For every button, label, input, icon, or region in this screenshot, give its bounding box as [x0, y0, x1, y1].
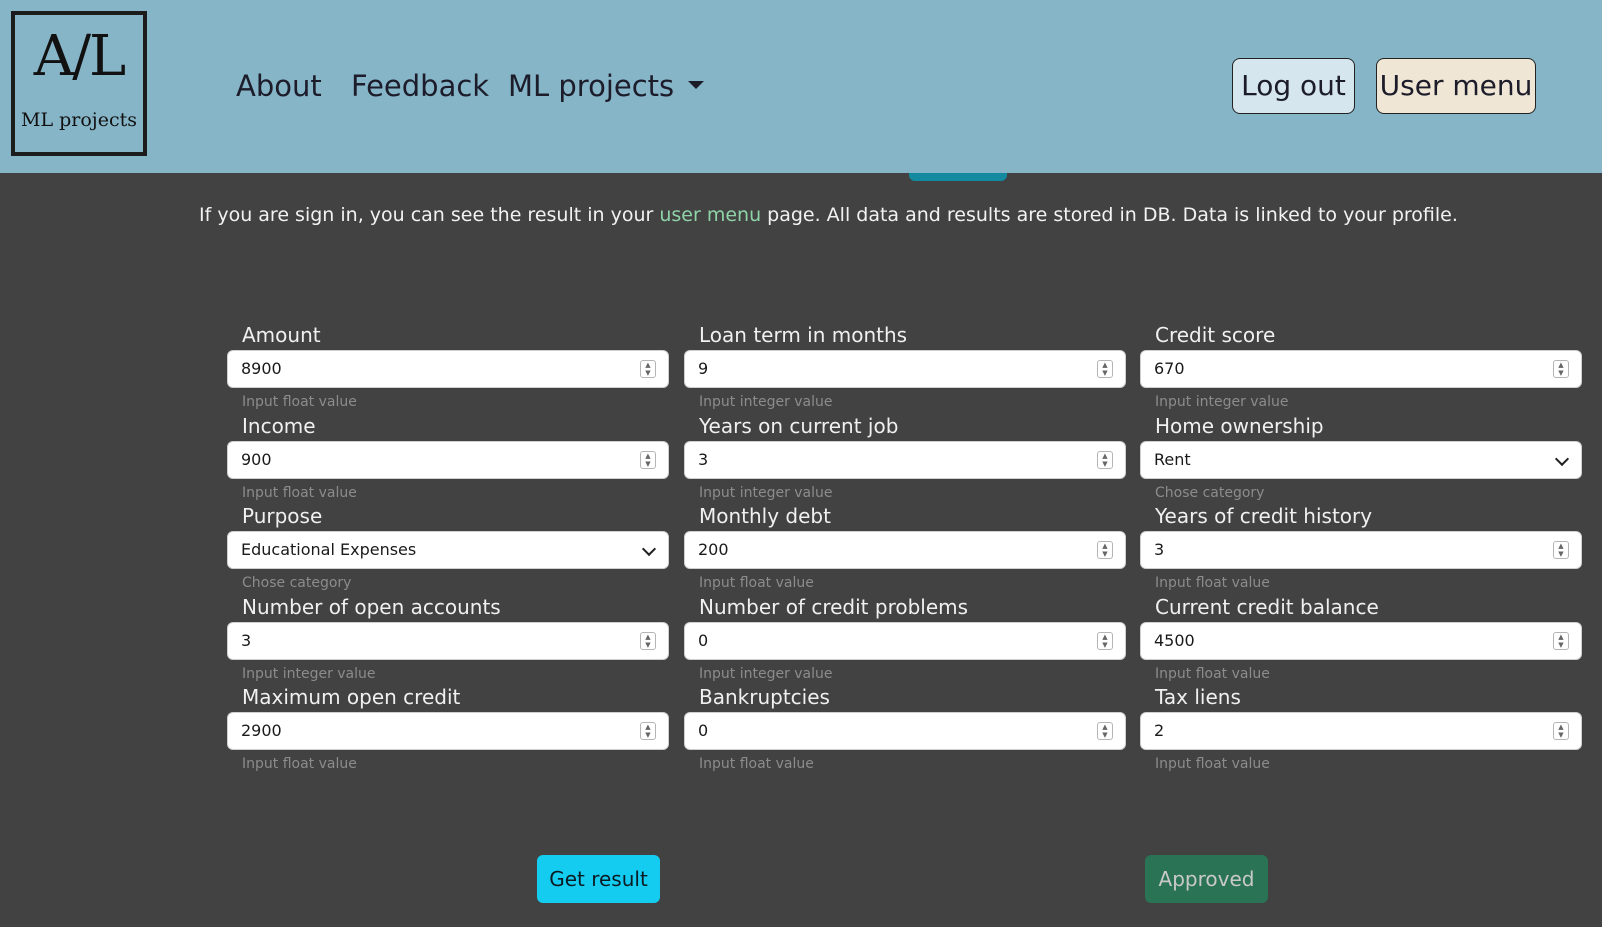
number-input[interactable]: 2900 ▲ ▼ — [227, 712, 669, 750]
spinner-arrows-icon[interactable]: ▲ ▼ — [640, 451, 656, 469]
field-label: Amount — [242, 323, 321, 347]
field-label: Maximum open credit — [242, 685, 461, 709]
logo-subtitle: ML projects — [21, 109, 137, 131]
number-input[interactable]: 0 ▲ ▼ — [684, 622, 1126, 660]
spinner-arrows-icon[interactable]: ▲ ▼ — [1553, 541, 1569, 559]
logo-monogram: A/L — [33, 24, 127, 89]
field-label: Income — [242, 414, 316, 438]
approved-result-badge: Approved — [1145, 855, 1268, 903]
active-tab-indicator — [909, 173, 1007, 181]
field-help-text: Input float value — [242, 485, 357, 501]
field-help-text: Input float value — [699, 756, 814, 772]
field-label: Home ownership — [1155, 414, 1324, 438]
logout-button[interactable]: Log out — [1232, 58, 1355, 114]
number-input[interactable]: 3 ▲ ▼ — [227, 622, 669, 660]
number-input[interactable]: 2 ▲ ▼ — [1140, 712, 1582, 750]
field-value: 4500 — [1154, 631, 1195, 650]
field-value: 0 — [698, 631, 709, 650]
field-label: Bankruptcies — [699, 685, 830, 709]
field-help-text: Input float value — [242, 756, 357, 772]
user-menu-button[interactable]: User menu — [1376, 58, 1536, 114]
field-label: Number of credit problems — [699, 595, 969, 619]
spinner-arrows-icon[interactable]: ▲ ▼ — [640, 632, 656, 650]
field-label: Credit score — [1155, 323, 1276, 347]
field-value: 2 — [1154, 721, 1165, 740]
field-help-text: Input integer value — [1155, 394, 1289, 410]
chevron-down-icon — [1554, 451, 1570, 467]
nav-feedback[interactable]: Feedback — [351, 68, 489, 104]
spinner-arrows-icon[interactable]: ▲ ▼ — [640, 722, 656, 740]
info-text-after: page. All data and results are stored in… — [761, 204, 1458, 226]
caret-down-icon — [688, 81, 705, 89]
field-value: Rent — [1154, 450, 1191, 469]
field-value: 2900 — [241, 721, 282, 740]
field-label: Tax liens — [1155, 685, 1241, 709]
field-value: 9 — [698, 359, 709, 378]
number-input[interactable]: 900 ▲ ▼ — [227, 441, 669, 479]
spinner-arrows-icon[interactable]: ▲ ▼ — [1553, 360, 1569, 378]
field-value: 0 — [698, 721, 709, 740]
field-help-text: Input float value — [1155, 756, 1270, 772]
spinner-arrows-icon[interactable]: ▲ ▼ — [1553, 632, 1569, 650]
spinner-arrows-icon[interactable]: ▲ ▼ — [640, 360, 656, 378]
field-value: 200 — [698, 540, 729, 559]
field-value: Educational Expenses — [241, 540, 417, 559]
field-value: 900 — [241, 450, 272, 469]
select-input[interactable]: Educational Expenses — [227, 531, 669, 569]
spinner-arrows-icon[interactable]: ▲ ▼ — [1097, 722, 1113, 740]
field-label: Current credit balance — [1155, 595, 1379, 619]
number-input[interactable]: 670 ▲ ▼ — [1140, 350, 1582, 388]
field-value: 3 — [241, 631, 252, 650]
number-input[interactable]: 4500 ▲ ▼ — [1140, 622, 1582, 660]
field-help-text: Input float value — [699, 575, 814, 591]
spinner-arrows-icon[interactable]: ▲ ▼ — [1097, 360, 1113, 378]
spinner-arrows-icon[interactable]: ▲ ▼ — [1097, 451, 1113, 469]
chevron-down-icon — [641, 541, 657, 557]
number-input[interactable]: 9 ▲ ▼ — [684, 350, 1126, 388]
field-help-text: Chose category — [1155, 485, 1265, 501]
field-label: Loan term in months — [699, 323, 908, 347]
field-value: 670 — [1154, 359, 1185, 378]
info-text: If you are sign in, you can see the resu… — [199, 204, 1458, 226]
field-label: Purpose — [242, 504, 323, 528]
field-help-text: Input float value — [242, 394, 357, 410]
spinner-arrows-icon[interactable]: ▲ ▼ — [1553, 722, 1569, 740]
brand-logo[interactable]: A/L ML projects — [11, 11, 147, 156]
field-help-text: Input float value — [1155, 666, 1270, 682]
field-help-text: Input float value — [1155, 575, 1270, 591]
field-label: Years of credit history — [1155, 504, 1373, 528]
number-input[interactable]: 200 ▲ ▼ — [684, 531, 1126, 569]
field-value: 8900 — [241, 359, 282, 378]
user-menu-link[interactable]: user menu — [659, 204, 761, 226]
field-label: Monthly debt — [699, 504, 831, 528]
select-input[interactable]: Rent — [1140, 441, 1582, 479]
info-text-before: If you are sign in, you can see the resu… — [199, 204, 660, 226]
spinner-arrows-icon[interactable]: ▲ ▼ — [1097, 632, 1113, 650]
field-help-text: Input integer value — [699, 485, 833, 501]
number-input[interactable]: 8900 ▲ ▼ — [227, 350, 669, 388]
field-help-text: Input integer value — [699, 666, 833, 682]
nav-ml-projects-label: ML projects — [508, 69, 675, 103]
nav-about[interactable]: About — [236, 68, 322, 104]
field-label: Number of open accounts — [242, 595, 501, 619]
field-value: 3 — [698, 450, 709, 469]
field-value: 3 — [1154, 540, 1165, 559]
field-label: Years on current job — [699, 414, 899, 438]
spinner-arrows-icon[interactable]: ▲ ▼ — [1097, 541, 1113, 559]
field-help-text: Chose category — [242, 575, 352, 591]
number-input[interactable]: 3 ▲ ▼ — [1140, 531, 1582, 569]
field-help-text: Input integer value — [242, 666, 376, 682]
number-input[interactable]: 3 ▲ ▼ — [684, 441, 1126, 479]
navbar: A/L ML projects About Feedback ML projec… — [0, 0, 1602, 173]
number-input[interactable]: 0 ▲ ▼ — [684, 712, 1126, 750]
nav-ml-projects-dropdown[interactable]: ML projects — [508, 68, 705, 104]
field-help-text: Input integer value — [699, 394, 833, 410]
get-result-button[interactable]: Get result — [537, 855, 660, 903]
